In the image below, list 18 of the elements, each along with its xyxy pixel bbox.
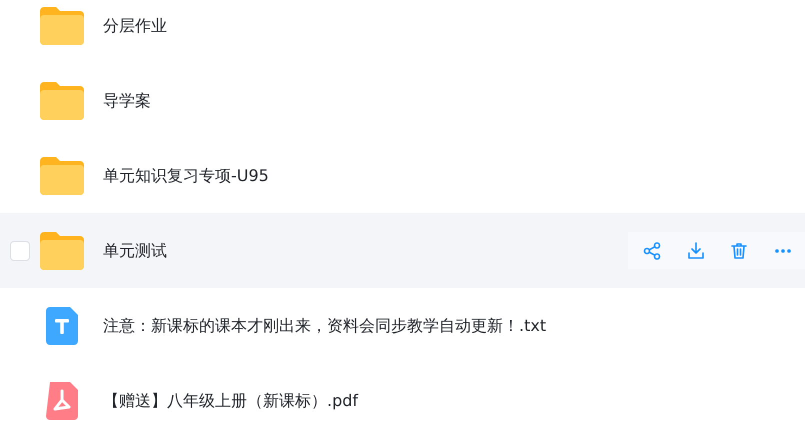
file-name[interactable]: 【赠送】八年级上册（新课标）.pdf — [103, 388, 358, 412]
folder-icon — [40, 82, 84, 120]
folder-icon — [40, 6, 84, 44]
file-name[interactable]: 分层作业 — [103, 14, 167, 38]
file-name[interactable]: 导学案 — [103, 88, 151, 112]
pdf-file-icon — [46, 382, 78, 420]
more-icon — [775, 248, 792, 252]
trash-icon — [729, 240, 750, 260]
file-name[interactable]: 单元知识复习专项-U95 — [103, 164, 269, 188]
checkbox[interactable] — [10, 240, 30, 260]
share-icon — [642, 240, 662, 260]
file-row[interactable]: 单元测试 — [0, 213, 805, 288]
folder-icon — [40, 156, 84, 194]
download-icon — [686, 240, 706, 260]
folder-icon — [40, 232, 84, 270]
file-name[interactable]: 单元测试 — [103, 238, 167, 262]
file-name[interactable]: 注意：新课标的课本才刚出来，资料会同步教学自动更新！.txt — [103, 314, 546, 338]
text-file-icon — [46, 306, 78, 344]
